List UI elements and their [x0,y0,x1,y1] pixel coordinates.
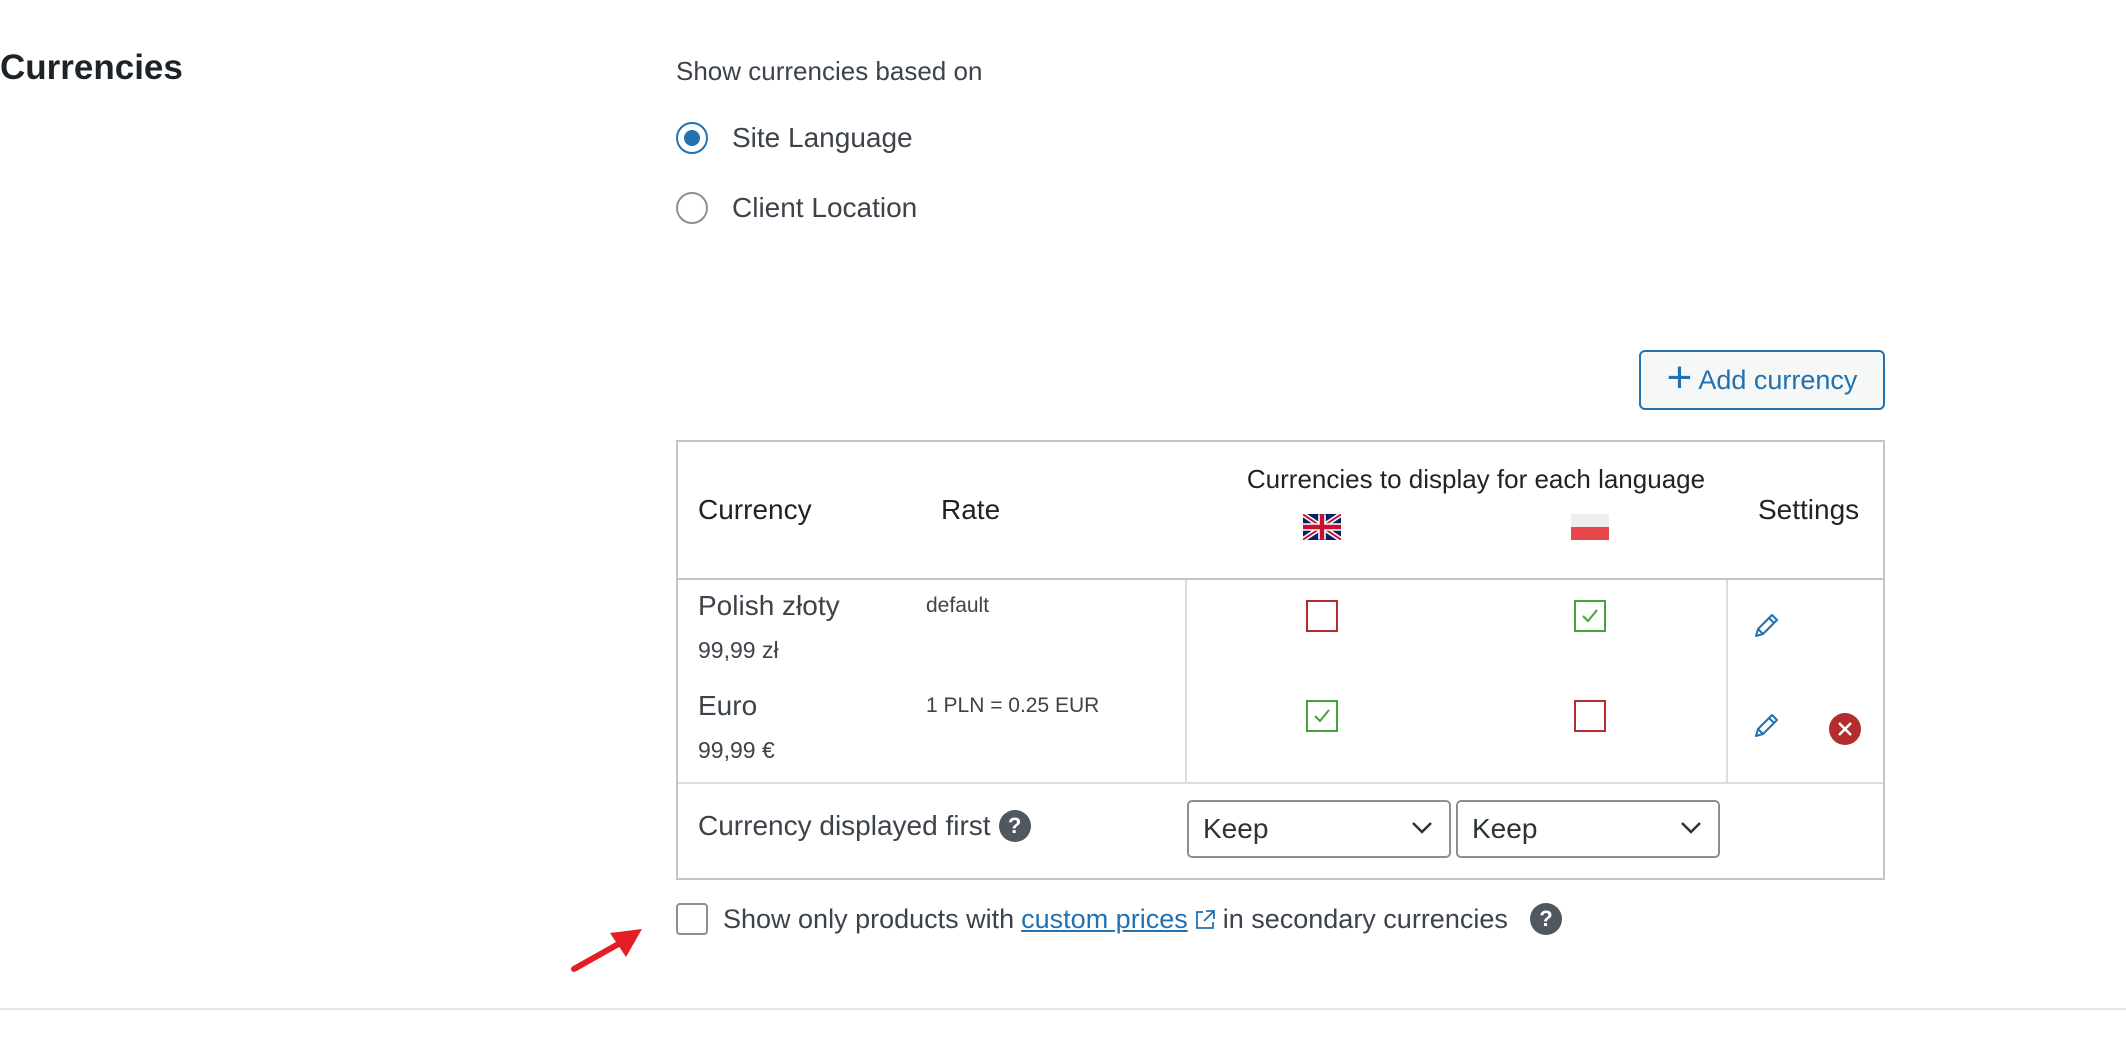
external-link-icon[interactable] [1194,909,1216,931]
close-circle-icon [1829,713,1861,745]
currency-name: Euro [698,690,758,721]
chevron-down-icon [1681,822,1701,834]
help-icon[interactable]: ? [1530,903,1562,935]
section-title: Currencies [0,48,183,87]
chevron-down-icon [1412,822,1432,834]
section-divider [0,1008,2126,1010]
header-currency: Currency [698,494,812,525]
radio-client-location-control[interactable] [676,192,708,224]
custom-prices-text-after: in secondary currencies [1222,904,1508,934]
header-languages: Currencies to display for each language [1246,464,1706,494]
edit-currency-button[interactable] [1752,710,1782,745]
header-settings: Settings [1758,494,1860,525]
displayed-first-select-en[interactable]: Keep [1187,800,1451,858]
select-value: Keep [1472,813,1538,844]
red-arrow-icon [571,929,642,972]
display-mode-label: Show currencies based on [676,56,983,86]
displayed-first-select-pl[interactable]: Keep [1456,800,1720,858]
currencies-settings-page: Currencies Show currencies based on Site… [0,0,2126,1038]
check-icon [1582,609,1598,623]
custom-prices-label: Show only products with custom prices in… [723,904,1508,935]
currency-price-example: 99,99 € [698,737,775,763]
pencil-icon [1755,714,1778,737]
radio-client-location[interactable]: Client Location [676,188,917,228]
display-checkbox-en[interactable] [1306,600,1338,632]
select-value: Keep [1203,813,1269,844]
display-checkbox-pl[interactable] [1574,600,1606,632]
custom-prices-text-before: Show only products with [723,904,1015,934]
header-rate: Rate [941,494,1001,525]
en-flag-icon [1303,514,1341,540]
display-checkbox-pl[interactable] [1574,700,1606,732]
pl-flag-icon [1571,514,1609,540]
custom-prices-link[interactable]: custom prices [1021,904,1188,935]
pencil-icon [1755,614,1778,637]
delete-currency-button[interactable] [1828,712,1862,751]
currency-displayed-first: Currency displayed first ? [698,810,1031,842]
check-icon [1314,709,1330,723]
table-header: Currency Rate Currencies to display for … [678,442,1883,580]
plus-icon: + [1666,353,1693,402]
currencies-table: Currency Rate Currencies to display for … [676,440,1885,880]
radio-client-location-label[interactable]: Client Location [732,192,917,224]
display-checkbox-en[interactable] [1306,700,1338,732]
add-currency-label: Add currency [1698,364,1858,395]
currency-rate: 1 PLN = 0.25 EUR [926,694,1100,717]
edit-currency-button[interactable] [1752,610,1782,645]
custom-prices-checkbox[interactable] [676,903,708,935]
radio-site-language-control[interactable] [676,122,708,154]
help-icon[interactable]: ? [998,810,1031,842]
currency-rate: default [926,594,990,617]
radio-site-language-label[interactable]: Site Language [732,122,913,154]
column-divider [1185,580,1187,782]
add-currency-button[interactable]: + Add currency [1639,350,1885,410]
row-divider [678,782,1883,784]
radio-site-language[interactable]: Site Language [676,118,913,158]
currency-displayed-first-label: Currency displayed first [698,810,991,841]
currency-price-example: 99,99 zł [698,637,779,663]
currency-name: Polish złoty [698,590,840,621]
column-divider [1726,580,1728,782]
